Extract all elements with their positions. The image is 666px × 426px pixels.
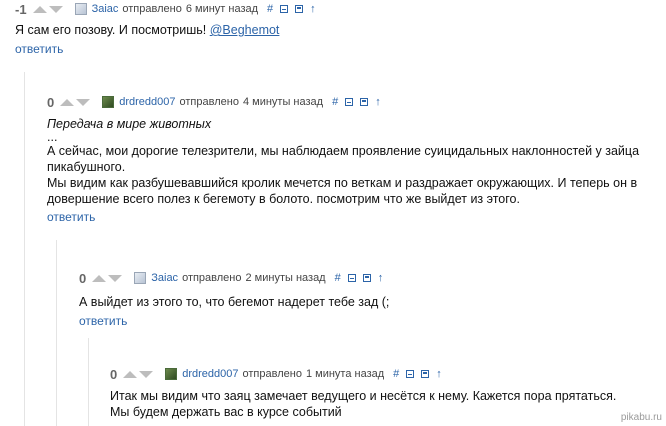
comment-header: 0 Заiac отправлено 2 минуты назад # ↑ [79, 270, 639, 286]
comment-1: -1 Заiac отправлено 6 минут назад # ↑ Я … [15, 1, 655, 58]
comment-paragraph: Мы видим как разбушевавшийся кролик мече… [47, 176, 638, 206]
avatar[interactable] [165, 368, 178, 380]
vote-down-icon[interactable] [76, 98, 91, 106]
comment-2: 0 drdredd007 отправлено 4 минуты назад #… [47, 94, 659, 226]
comment-paragraph: Мы будем держать вас в курсе событий [110, 405, 342, 419]
author-link[interactable]: drdredd007 [182, 368, 238, 380]
avatar[interactable] [74, 3, 87, 15]
comment-body: А выйдет из этого то, что бегемот надере… [79, 294, 639, 310]
parent-up-icon[interactable]: ↑ [436, 368, 442, 380]
collapse-icon[interactable] [347, 274, 356, 282]
collapse-icon[interactable] [345, 98, 354, 106]
reply-button[interactable]: ответить [15, 42, 63, 56]
mention-link[interactable]: @Beghemot [210, 23, 280, 37]
parent-up-icon[interactable]: ↑ [375, 96, 381, 108]
vote-down-icon[interactable] [108, 274, 123, 282]
permalink-hash-icon[interactable]: # [335, 272, 341, 284]
thread-line-3 [88, 338, 89, 426]
reply-button[interactable]: ответить [47, 210, 95, 224]
save-icon[interactable] [362, 274, 371, 282]
comment-header: 0 drdredd007 отправлено 1 минута назад #… [110, 366, 640, 382]
comment-4: 0 drdredd007 отправлено 1 минута назад #… [110, 366, 640, 420]
thread-line-2 [56, 240, 57, 426]
parent-up-icon[interactable]: ↑ [310, 3, 316, 15]
comment-time: 4 минуты назад [242, 96, 324, 108]
comment-text: Я сам его позову. И посмотришь! [15, 23, 207, 37]
comment-ellipsis: ... [47, 130, 58, 144]
site-watermark: pikabu.ru [620, 412, 662, 423]
vote-up-icon[interactable] [123, 370, 138, 378]
comment-body: Я сам его позову. И посмотришь! @Beghemo… [15, 22, 655, 38]
vote-up-icon[interactable] [92, 274, 107, 282]
thread-line-1 [24, 72, 25, 426]
comment-rating: 0 [47, 94, 55, 110]
permalink-hash-icon[interactable]: # [267, 3, 273, 15]
vote-down-icon[interactable] [48, 5, 63, 13]
save-icon[interactable] [421, 370, 430, 378]
vote-down-icon[interactable] [139, 370, 154, 378]
vote-up-icon[interactable] [32, 5, 47, 13]
permalink-hash-icon[interactable]: # [393, 368, 399, 380]
vote-up-icon[interactable] [60, 98, 75, 106]
author-link[interactable]: drdredd007 [119, 96, 175, 108]
save-icon[interactable] [360, 98, 369, 106]
reply-button[interactable]: ответить [79, 314, 127, 328]
comment-paragraph: А сейчас, мои дорогие телезрители, мы на… [47, 144, 640, 174]
comment-body: Передача в мире животных ... А сейчас, м… [47, 116, 659, 207]
comment-time: 1 минута назад [305, 368, 385, 380]
comment-header: 0 drdredd007 отправлено 4 минуты назад #… [47, 94, 659, 110]
comment-time: 2 минуты назад [245, 272, 326, 284]
sent-label: отправлено [242, 368, 302, 380]
parent-up-icon[interactable]: ↑ [378, 272, 384, 284]
sent-label: отправлено [182, 272, 242, 284]
permalink-hash-icon[interactable]: # [332, 96, 338, 108]
sent-label: отправлено [122, 3, 182, 15]
comment-title: Передача в мире животных [47, 117, 212, 131]
comment-3: 0 Заiac отправлено 2 минуты назад # ↑ А … [79, 270, 639, 330]
comment-rating: -1 [15, 1, 27, 17]
comment-rating: 0 [79, 270, 87, 286]
collapse-icon[interactable] [280, 5, 289, 13]
author-link[interactable]: Заiac [151, 272, 178, 284]
comment-body: Итак мы видим что заяц замечает ведущего… [110, 388, 640, 420]
comment-text: А выйдет из этого то, что бегемот надере… [79, 295, 390, 309]
save-icon[interactable] [295, 5, 304, 13]
collapse-icon[interactable] [406, 370, 415, 378]
comment-paragraph: Итак мы видим что заяц замечает ведущего… [110, 389, 617, 403]
comment-rating: 0 [110, 366, 118, 382]
comment-time: 6 минут назад [185, 3, 259, 15]
sent-label: отправлено [179, 96, 239, 108]
avatar[interactable] [102, 96, 115, 108]
author-link[interactable]: Заiac [92, 3, 119, 15]
comment-header: -1 Заiac отправлено 6 минут назад # ↑ [15, 1, 655, 17]
avatar[interactable] [134, 272, 147, 284]
